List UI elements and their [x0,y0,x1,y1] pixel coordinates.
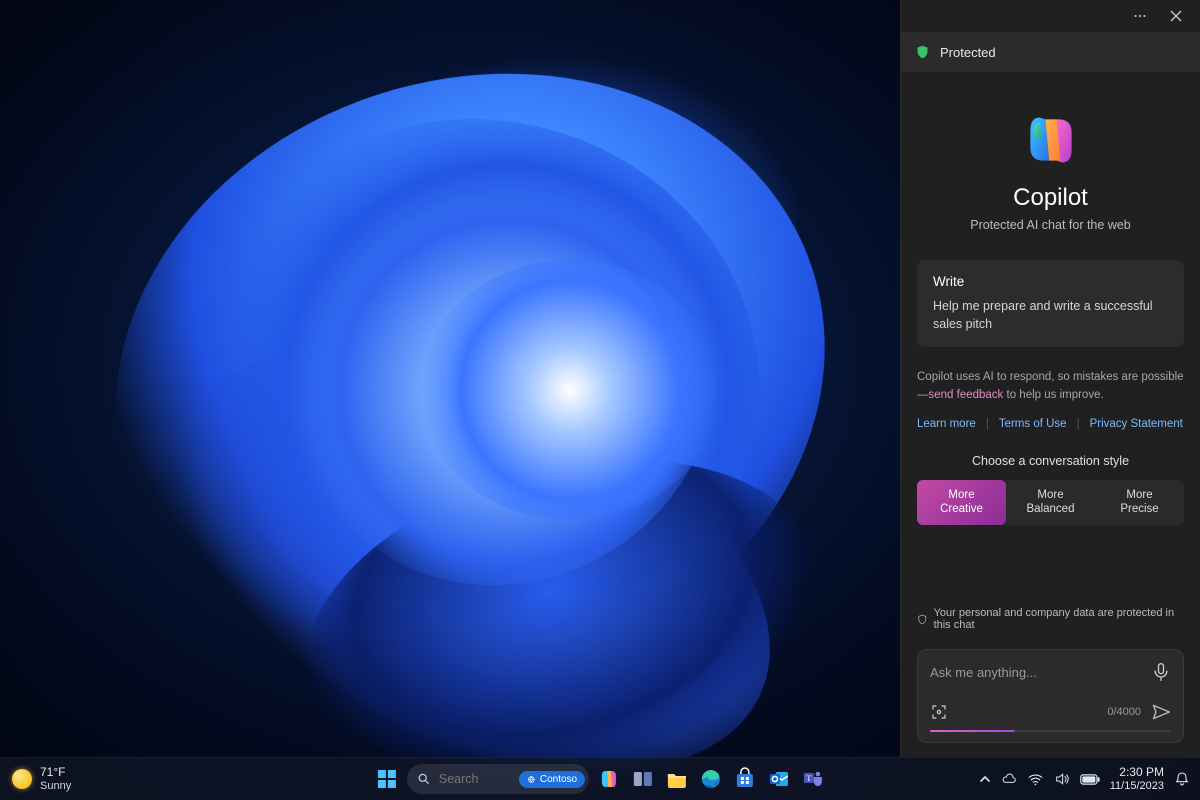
taskbar-edge-button[interactable] [697,765,725,793]
input-area: 0/4000 [901,639,1200,757]
onedrive-icon[interactable] [1001,771,1017,787]
edge-icon [699,767,723,791]
store-icon [733,767,757,791]
more-options-button[interactable] [1126,2,1154,30]
system-tray[interactable] [1001,771,1100,788]
image-search-icon[interactable] [930,703,948,721]
style-label-bottom: Precise [1099,502,1180,516]
chat-input[interactable] [930,665,1151,680]
weather-temp: 71°F [40,766,71,779]
more-horizontal-icon [1133,9,1147,23]
terms-link[interactable]: Terms of Use [999,418,1067,430]
style-label-bottom: Balanced [1010,502,1091,516]
copilot-titlebar [901,0,1200,32]
notifications-button[interactable] [1174,771,1190,787]
link-separator: | [1077,418,1080,430]
folder-icon [665,767,689,791]
input-accent-bar [930,730,1171,732]
conversation-style-picker: More Creative More Balanced More Precise [917,480,1184,525]
volume-icon[interactable] [1054,771,1070,787]
copilot-icon [597,767,621,791]
learn-more-link[interactable]: Learn more [917,418,976,430]
clock-time: 2:30 PM [1110,766,1164,780]
org-badge-text: Contoso [540,774,577,785]
shield-icon [915,44,930,60]
copilot-title: Copilot [1013,184,1088,212]
privacy-link[interactable]: Privacy Statement [1090,418,1183,430]
taskbar-teams-button[interactable]: T [799,765,827,793]
chat-input-box[interactable]: 0/4000 [917,649,1184,743]
copilot-logo-icon [1021,110,1081,170]
style-label-bottom: Creative [921,502,1002,516]
microphone-icon[interactable] [1151,662,1171,682]
close-button[interactable] [1162,2,1190,30]
taskbar-copilot-button[interactable] [595,765,623,793]
send-feedback-link[interactable]: send feedback [929,389,1004,401]
taskbar-outlook-button[interactable] [765,765,793,793]
search-icon [417,772,431,786]
outlook-icon [767,767,791,791]
battery-icon[interactable] [1080,773,1100,786]
taskbar-search-input[interactable] [439,772,511,786]
footer-links: Learn more | Terms of Use | Privacy Stat… [917,418,1183,430]
style-label-top: More [1010,488,1091,502]
weather-text: 71°F Sunny [40,766,71,791]
style-label-top: More [921,488,1002,502]
style-label-top: More [1099,488,1180,502]
weather-widget[interactable]: 71°F Sunny [0,766,71,791]
task-view-icon [631,767,655,791]
style-creative[interactable]: More Creative [917,480,1006,525]
protected-label: Protected [940,45,996,60]
desktop[interactable]: Protected Copilot Protected AI chat for … [0,0,1200,800]
taskbar-clock[interactable]: 2:30 PM 11/15/2023 [1110,766,1164,792]
weather-condition: Sunny [40,780,71,792]
sun-icon [12,769,32,789]
shield-outline-icon [917,613,928,626]
protect-note-text: Your personal and company data are prote… [934,607,1184,631]
char-counter: 0/4000 [1107,706,1141,718]
copilot-panel: Protected Copilot Protected AI chat for … [900,0,1200,757]
close-icon [1170,10,1182,22]
suggestion-title: Write [933,274,1168,289]
windows-logo-icon [378,770,396,788]
taskbar-store-button[interactable] [731,765,759,793]
taskbar-right: 2:30 PM 11/15/2023 [979,766,1200,792]
style-balanced[interactable]: More Balanced [1006,480,1095,525]
teams-icon: T [801,767,825,791]
suggestion-text: Help me prepare and write a successful s… [933,297,1168,333]
org-badge[interactable]: Contoso [519,771,585,788]
taskbar-center: Contoso [373,764,827,794]
clock-date: 11/15/2023 [1110,780,1164,793]
data-protection-note: Your personal and company data are prote… [917,595,1184,631]
conversation-style-heading: Choose a conversation style [972,454,1129,468]
style-precise[interactable]: More Precise [1095,480,1184,525]
disclaimer-post: to help us improve. [1003,389,1103,401]
copilot-subtitle: Protected AI chat for the web [970,218,1131,232]
start-button[interactable] [373,765,401,793]
protected-banner: Protected [901,32,1200,72]
taskbar-taskview-button[interactable] [629,765,657,793]
taskbar-explorer-button[interactable] [663,765,691,793]
disclaimer-text: Copilot uses AI to respond, so mistakes … [917,369,1184,404]
send-icon[interactable] [1151,702,1171,722]
taskbar-search[interactable]: Contoso [407,764,589,794]
wifi-icon[interactable] [1027,771,1044,788]
taskbar: 71°F Sunny Contoso [0,757,1200,800]
svg-text:T: T [807,774,812,783]
copilot-body: Copilot Protected AI chat for the web Wr… [901,72,1200,639]
link-separator: | [986,418,989,430]
tray-overflow-button[interactable] [979,773,991,785]
suggestion-card[interactable]: Write Help me prepare and write a succes… [917,260,1184,347]
org-icon [527,775,536,784]
